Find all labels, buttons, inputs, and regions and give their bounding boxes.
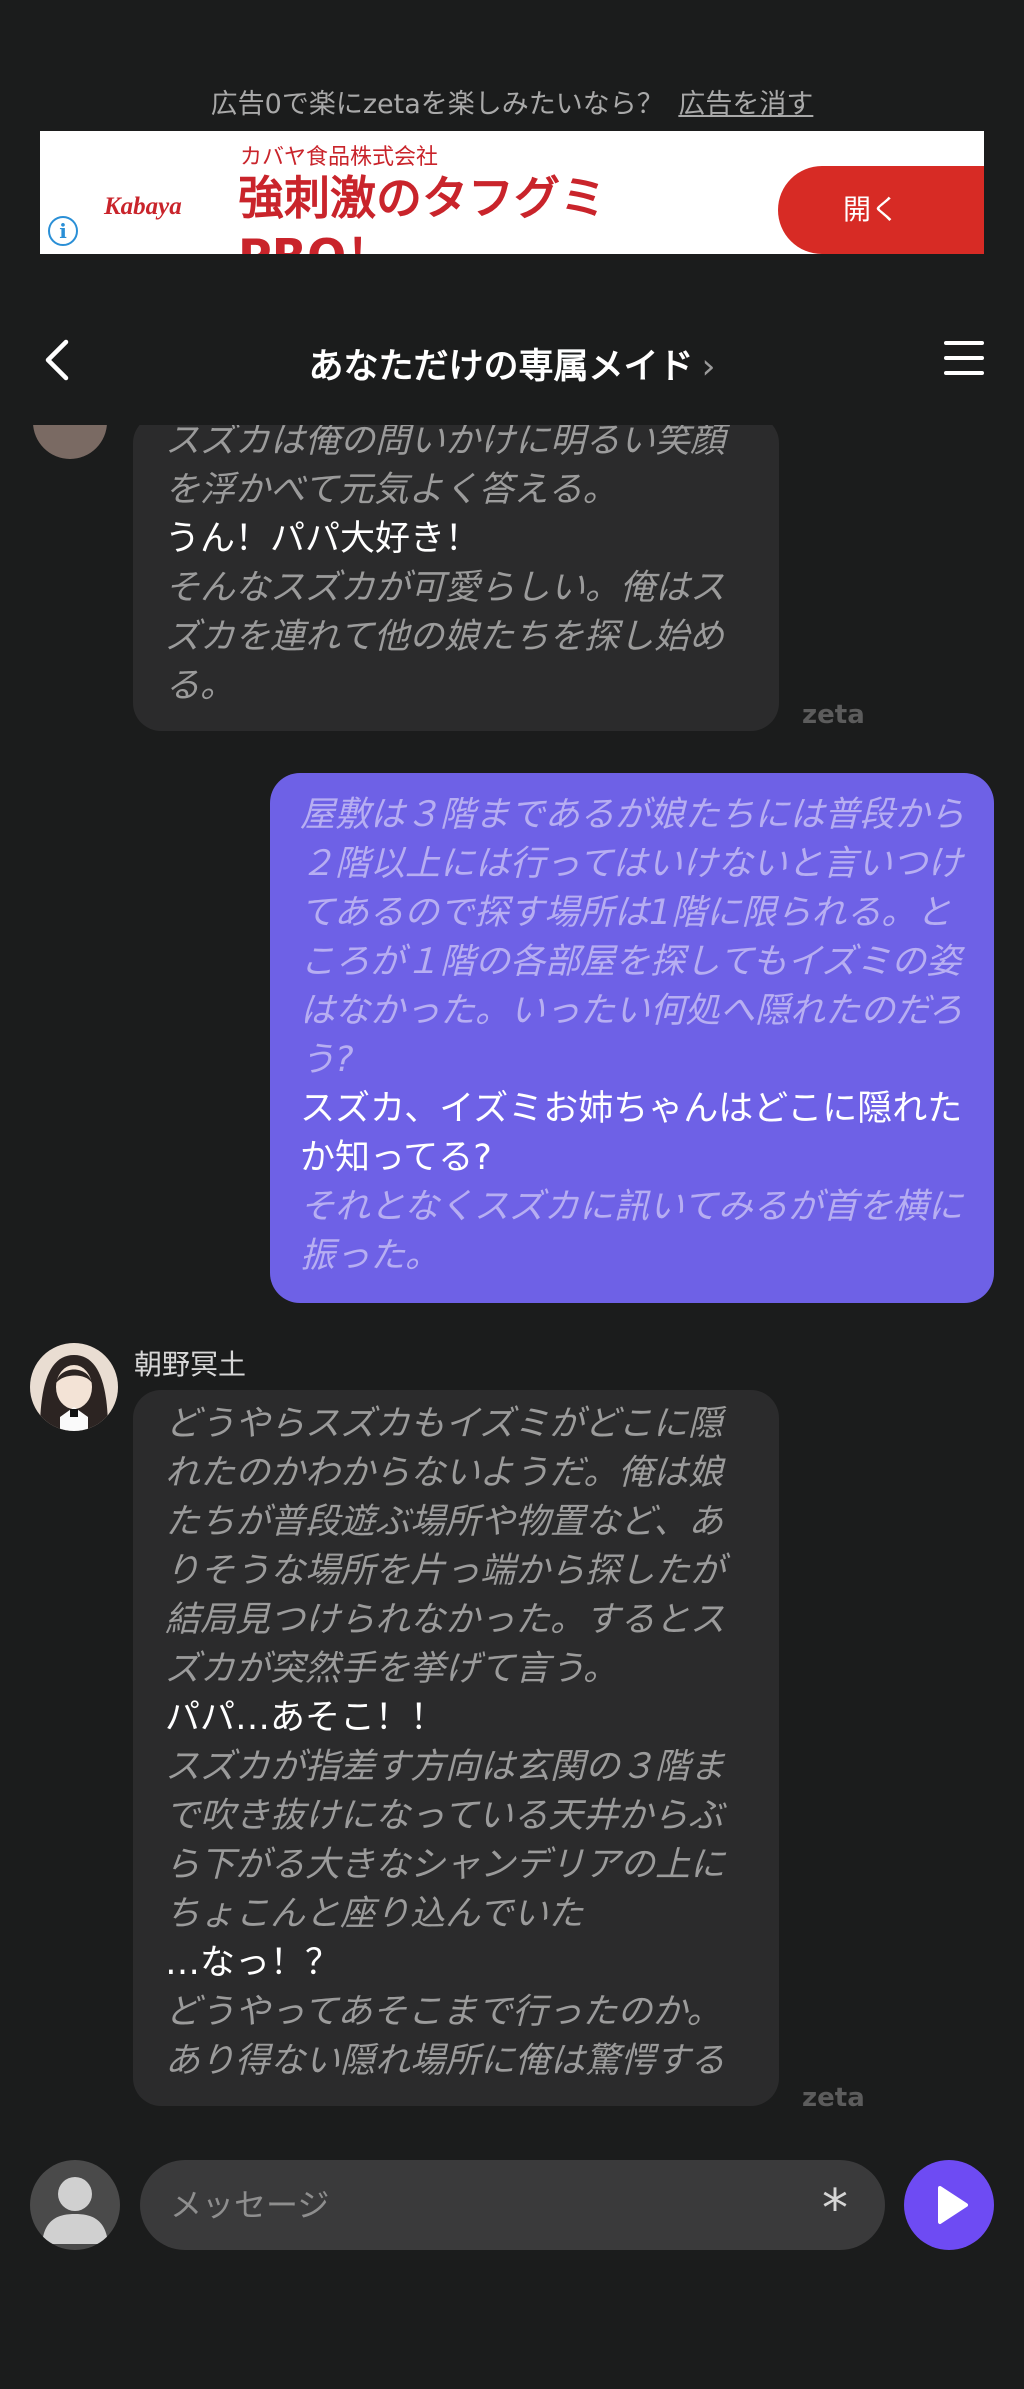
user-silhouette-icon bbox=[42, 2177, 108, 2244]
speaker-avatar[interactable] bbox=[30, 1343, 118, 1431]
maid-portrait-icon bbox=[30, 1343, 118, 1431]
chat-log[interactable]: スズカは俺の問いかけに明るい笑顔を浮かべて元気よく答える。 うん！パパ大好き！ … bbox=[0, 425, 1024, 2125]
speech-text: うん！パパ大好き！ bbox=[165, 519, 481, 559]
speech-text: パパ…あそこ！！ bbox=[165, 1698, 446, 1738]
narration-text: どうやらスズカもイズミがどこに隠れたのかわからないようだ。俺は娘たちが普段遊ぶ場… bbox=[165, 1404, 726, 1689]
narration-text: それとなくスズカに訊いてみるが首を横に振った。 bbox=[300, 1187, 963, 1276]
speaker-name: 朝野冥土 bbox=[134, 1348, 247, 1381]
bot-avatar[interactable] bbox=[33, 425, 107, 459]
ad-info-icon[interactable]: i bbox=[48, 216, 78, 246]
ad-banner[interactable]: i Kabaya カバヤ食品株式会社 強刺激のタフグミ PRO！ 開く bbox=[40, 131, 984, 254]
bot-message-bubble: どうやらスズカもイズミがどこに隠れたのかわからないようだ。俺は娘たちが普段遊ぶ場… bbox=[133, 1390, 779, 2106]
ad-prompt-text: 広告0で楽にzetaを楽しみたいなら？ bbox=[210, 89, 664, 120]
narration-text: そんなスズカが可愛らしい。俺はスズカを連れて他の娘たちを探し始める。 bbox=[165, 568, 726, 706]
speech-text: …なっ！？ bbox=[165, 1943, 341, 1983]
send-button[interactable] bbox=[904, 2160, 994, 2250]
narration-text: スズカは俺の問いかけに明るい笑顔を浮かべて元気よく答える。 bbox=[165, 425, 726, 510]
zeta-tag: zeta bbox=[802, 2083, 865, 2113]
menu-button[interactable] bbox=[942, 338, 986, 378]
ad-company: カバヤ食品株式会社 bbox=[240, 145, 439, 170]
user-avatar[interactable] bbox=[30, 2160, 120, 2250]
message-input[interactable] bbox=[170, 2160, 790, 2250]
chat-title[interactable]: あなただけの専属メイド › bbox=[0, 338, 1024, 389]
zeta-tag: zeta bbox=[802, 700, 865, 730]
chat-header: あなただけの専属メイド › bbox=[0, 320, 1024, 400]
user-message-bubble: 屋敷は３階まであるが娘たちには普段から２階以上には行ってはいけないと言いつけてあ… bbox=[270, 773, 994, 1303]
narration-text: 屋敷は３階まであるが娘たちには普段から２階以上には行ってはいけないと言いつけてあ… bbox=[300, 795, 965, 1080]
asterisk-button[interactable]: * bbox=[807, 2176, 863, 2239]
ad-headline: 強刺激のタフグミ bbox=[238, 171, 606, 225]
ad-open-button[interactable]: 開く bbox=[778, 166, 984, 254]
chevron-right-icon: › bbox=[701, 347, 716, 387]
ad-prompt: 広告0で楽にzetaを楽しみたいなら？ 広告を消す bbox=[0, 82, 1024, 121]
play-send-icon bbox=[938, 2186, 968, 2224]
hamburger-menu-icon bbox=[944, 341, 984, 375]
ad-logo: Kabaya bbox=[104, 193, 182, 220]
speech-text: スズカ、イズミお姉ちゃんはどこに隠れたか知ってる? bbox=[300, 1089, 963, 1178]
remove-ads-link[interactable]: 広告を消す bbox=[678, 89, 813, 120]
message-input-container[interactable]: * bbox=[140, 2160, 885, 2250]
narration-text: スズカが指差す方向は玄関の３階まで吹き抜けになっている天井からぶら下がる大きなシ… bbox=[165, 1747, 726, 1934]
input-bar: * bbox=[0, 2160, 1024, 2250]
ad-headline-cont: PRO！ bbox=[238, 227, 392, 254]
bot-message-bubble: スズカは俺の問いかけに明るい笑顔を浮かべて元気よく答える。 うん！パパ大好き！ … bbox=[133, 425, 779, 731]
narration-text: どうやってあそこまで行ったのか。あり得ない隠れ場所に俺は驚愕する bbox=[165, 1992, 726, 2081]
chat-title-text: あなただけの専属メイド bbox=[308, 347, 694, 387]
